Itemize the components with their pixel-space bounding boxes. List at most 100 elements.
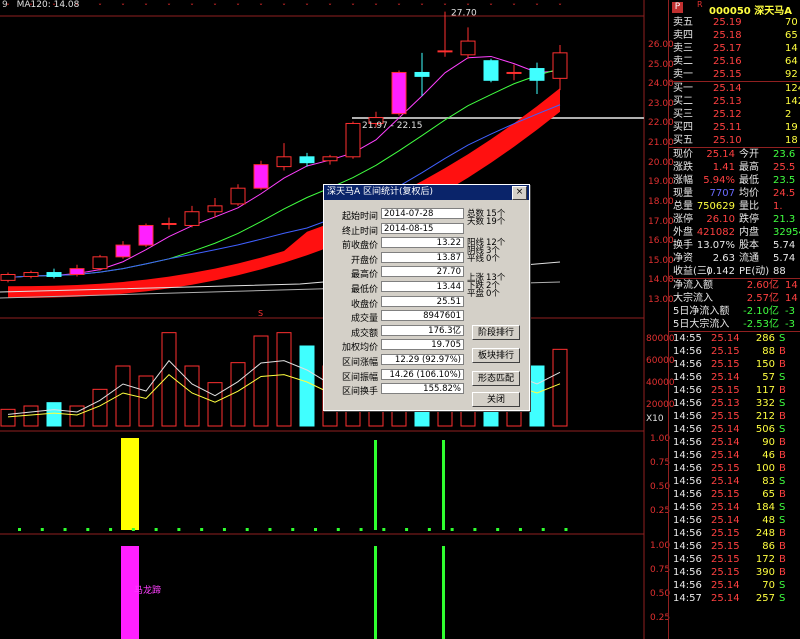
- quote-value: 750629: [696, 201, 735, 212]
- candle-body: [483, 60, 499, 81]
- volume-bar: [276, 332, 292, 427]
- date-input[interactable]: 2014-07-28: [381, 208, 464, 219]
- tick-row[interactable]: 14:56 25.14 184 S: [669, 501, 800, 514]
- tick-volume: 70: [762, 580, 775, 591]
- flow-ratio: 14: [785, 280, 798, 291]
- date-input[interactable]: 2014-08-15: [381, 222, 464, 234]
- top-arrow-icon: ˇ: [466, 2, 470, 12]
- order-row[interactable]: 卖四 25.18 65: [669, 29, 800, 42]
- quote-value: 21.3: [773, 214, 796, 225]
- tick-side: S: [779, 424, 786, 435]
- order-row[interactable]: 买二 25.13 142: [669, 95, 800, 108]
- ind1-dot: [405, 528, 409, 531]
- tick-time: 14:56: [673, 554, 702, 565]
- tick-row[interactable]: 14:56 25.14 46 B: [669, 449, 800, 462]
- volume-tick: 20000: [646, 400, 675, 410]
- sector-rank-button[interactable]: 板块排行: [472, 348, 520, 363]
- quote-value: 5.94%: [703, 175, 735, 186]
- order-volume: 14: [785, 43, 798, 54]
- ind2-signal: [374, 546, 377, 639]
- candle-body: [46, 272, 62, 277]
- tick-list[interactable]: 14:55 25.14 286 S 14:56 25.15 88 B 14:56 25.15 150…: [669, 331, 800, 605]
- tick-side: B: [779, 450, 786, 461]
- order-price: 25.16: [713, 56, 742, 67]
- tick-row[interactable]: 14:56 25.15 100 B: [669, 462, 800, 475]
- tick-volume: 100: [755, 463, 775, 474]
- order-row[interactable]: 卖一 25.15 92: [669, 68, 800, 81]
- volume-bar: [230, 362, 246, 427]
- order-row[interactable]: 买四 25.11 19: [669, 121, 800, 134]
- quote-label: 外盘: [673, 227, 693, 238]
- tick-row[interactable]: 14:55 25.14 286 S: [669, 332, 800, 345]
- dialog-title[interactable]: 深天马A 区间统计(复权后) ×: [324, 185, 529, 200]
- field-label: 收盘价: [350, 299, 378, 310]
- tick-row[interactable]: 14:56 25.15 248 B: [669, 527, 800, 540]
- tick-row[interactable]: 14:56 25.14 48 S: [669, 514, 800, 527]
- tick-volume: 57: [762, 372, 775, 383]
- order-row[interactable]: 卖五 25.19 70: [669, 16, 800, 29]
- order-label: 卖一: [673, 69, 693, 80]
- pattern-match-button[interactable]: 形态匹配: [472, 371, 520, 386]
- order-price: 25.11: [713, 122, 742, 133]
- candle-body: [460, 40, 476, 56]
- tick-row[interactable]: 14:57 25.14 257 S: [669, 592, 800, 605]
- tick-row[interactable]: 14:56 25.14 83 S: [669, 475, 800, 488]
- order-label: 卖三: [673, 43, 693, 54]
- tick-row[interactable]: 14:56 25.13 332 S: [669, 397, 800, 410]
- order-row[interactable]: 买三 25.12 2: [669, 108, 800, 121]
- order-row[interactable]: 买一 25.14 124: [669, 82, 800, 95]
- tick-row[interactable]: 14:56 25.14 57 S: [669, 371, 800, 384]
- flow-label: 5日大宗流入: [673, 319, 730, 330]
- tick-row[interactable]: 14:56 25.15 150 B: [669, 358, 800, 371]
- order-row[interactable]: 卖二 25.16 64: [669, 55, 800, 68]
- order-label: 买五: [673, 135, 693, 146]
- tick-side: S: [779, 580, 786, 591]
- ind1-dot: [291, 528, 295, 531]
- top-arrow-icon: ˇ: [282, 2, 286, 12]
- quote-row: 现量 7707 均价 24.5: [669, 187, 800, 200]
- interval-stats-dialog[interactable]: 深天马A 区间统计(复权后) × 起始时间 2014-07-28 终止时间 2014-…: [323, 184, 530, 411]
- tick-volume: 48: [762, 515, 775, 526]
- ind1-dot: [222, 528, 226, 531]
- ind1-dot: [382, 528, 386, 531]
- value-field: 13.87: [381, 251, 464, 263]
- tick-price: 25.14: [711, 450, 740, 461]
- stat-value: 0个: [486, 254, 500, 264]
- tick-time: 14:56: [673, 372, 702, 383]
- candle-body: [92, 256, 108, 270]
- value-field: 155.82%: [381, 383, 464, 395]
- tick-row[interactable]: 14:56 25.15 390 B: [669, 566, 800, 579]
- tick-row[interactable]: 14:56 25.15 65 B: [669, 488, 800, 501]
- order-row[interactable]: 买五 25.10 18: [669, 134, 800, 147]
- tick-row[interactable]: 14:56 25.15 117 B: [669, 384, 800, 397]
- quote-label: 最低: [739, 175, 759, 186]
- close-button[interactable]: 关闭: [472, 392, 520, 407]
- field-label: 区间振幅: [341, 372, 378, 383]
- tick-row[interactable]: 14:56 25.14 90 B: [669, 436, 800, 449]
- tick-row[interactable]: 14:56 25.15 172 B: [669, 553, 800, 566]
- top-arrow-icon: ˇ: [512, 2, 516, 12]
- flow-label: 5日净流入额: [673, 306, 730, 317]
- ind1-bar: [121, 438, 139, 530]
- tick-side: B: [779, 554, 786, 565]
- tick-time: 14:56: [673, 515, 702, 526]
- order-label: 买一: [673, 83, 693, 94]
- tick-row[interactable]: 14:56 25.15 88 B: [669, 345, 800, 358]
- order-row[interactable]: 卖三 25.17 14: [669, 42, 800, 55]
- tick-row[interactable]: 14:56 25.15 86 B: [669, 540, 800, 553]
- ind1-dot: [154, 528, 158, 531]
- tick-row[interactable]: 14:56 25.14 506 S: [669, 423, 800, 436]
- tick-side: B: [779, 567, 786, 578]
- p-badge-icon[interactable]: P: [672, 2, 683, 13]
- tick-price: 25.15: [711, 528, 740, 539]
- quote-value: 32954: [773, 227, 800, 238]
- tick-row[interactable]: 14:56 25.15 212 B: [669, 410, 800, 423]
- quote-label: 股本: [739, 240, 759, 251]
- ind1-dot: [473, 528, 477, 531]
- stage-rank-button[interactable]: 阶段排行: [472, 325, 520, 340]
- panel-header: P R 000050 深天马A: [669, 0, 800, 17]
- tick-row[interactable]: 14:56 25.14 70 S: [669, 579, 800, 592]
- flow-row: 净流入额 2.60亿 14: [669, 279, 800, 292]
- volume-tick: 40000: [646, 378, 675, 388]
- close-icon[interactable]: ×: [512, 186, 527, 200]
